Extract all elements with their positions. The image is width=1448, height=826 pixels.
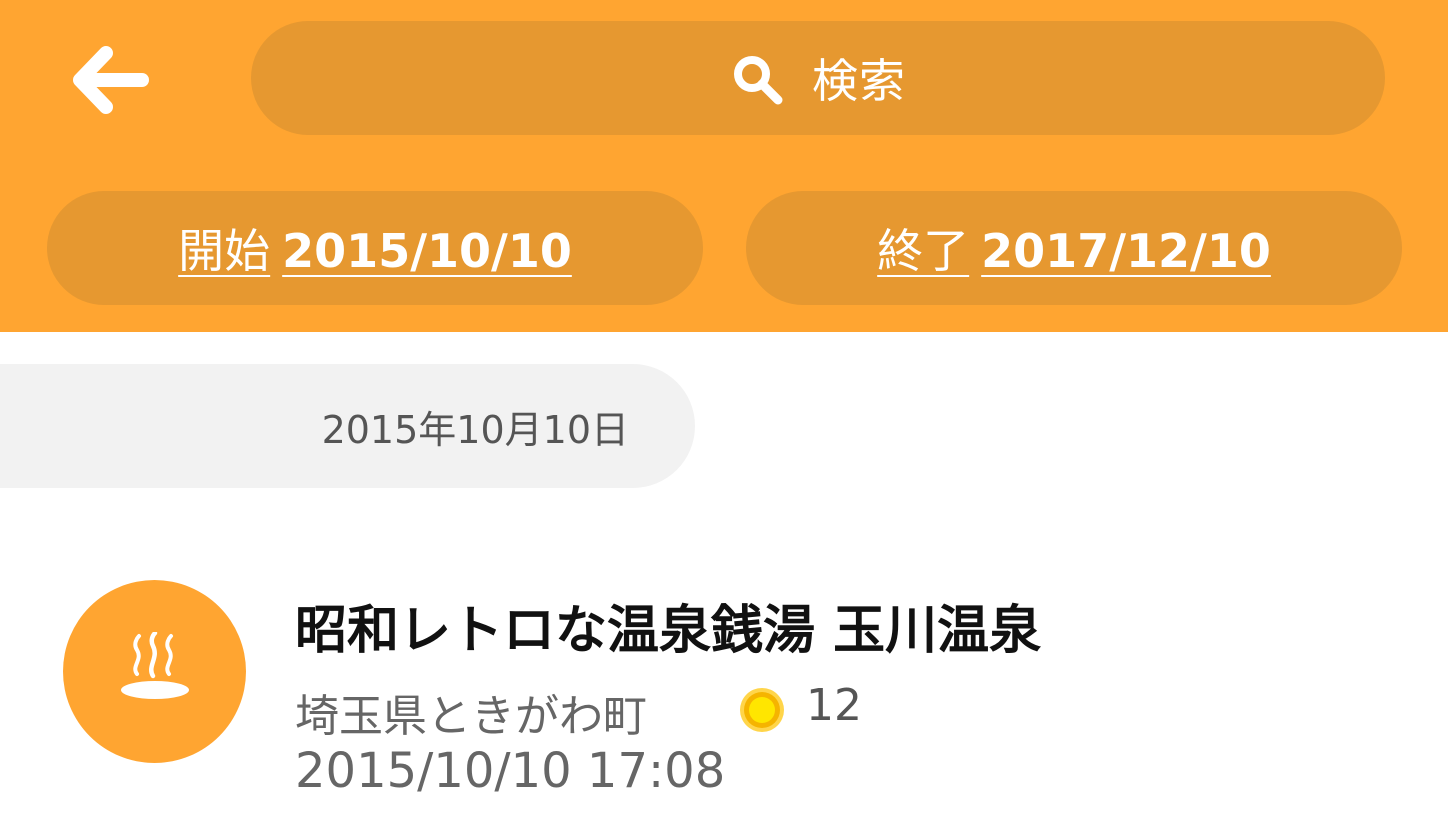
item-count: 12 xyxy=(806,680,862,731)
arrow-left-icon xyxy=(73,46,149,114)
start-date-value: 2015/10/10 xyxy=(282,224,572,278)
start-date-button[interactable]: 開始 2015/10/10 xyxy=(47,191,703,305)
search-bar[interactable]: 検索 xyxy=(251,21,1385,135)
item-datetime: 2015/10/10 17:08 xyxy=(295,743,726,799)
back-button[interactable] xyxy=(50,30,170,130)
avatar xyxy=(63,580,246,763)
item-location: 埼玉県ときがわ町 xyxy=(295,691,647,742)
search-label: 検索 xyxy=(812,54,906,108)
start-date-text: 開始 2015/10/10 xyxy=(178,215,572,281)
item-title: 昭和レトロな温泉銭湯 玉川温泉 xyxy=(295,601,1042,661)
header-bar: 検索 開始 2015/10/10 終了 2017/12/10 xyxy=(0,0,1448,332)
search-icon xyxy=(734,56,783,105)
end-date-label: 終了 xyxy=(877,224,970,278)
list-item[interactable]: 昭和レトロな温泉銭湯 玉川温泉 埼玉県ときがわ町 12 2015/10/10 1… xyxy=(0,560,1448,826)
hot-spring-icon xyxy=(120,631,189,699)
section-date-header: 2015年10月10日 xyxy=(0,364,695,488)
coin-icon xyxy=(740,688,784,732)
start-date-label: 開始 xyxy=(178,224,271,278)
section-date-label: 2015年10月10日 xyxy=(321,407,629,452)
end-date-button[interactable]: 終了 2017/12/10 xyxy=(746,191,1402,305)
end-date-text: 終了 2017/12/10 xyxy=(877,215,1271,281)
end-date-value: 2017/12/10 xyxy=(981,224,1271,278)
